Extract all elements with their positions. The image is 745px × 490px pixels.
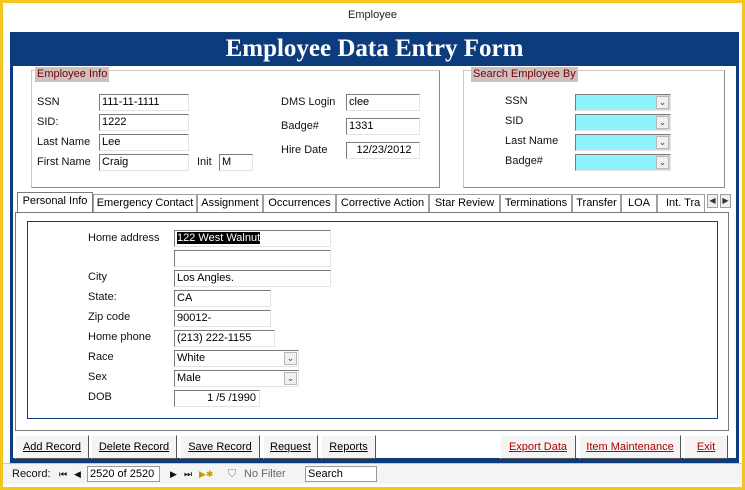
chevron-down-icon[interactable]: ⌄ <box>284 352 297 365</box>
reports-label: Reports <box>329 441 368 453</box>
city-field[interactable]: Los Angles. <box>174 270 331 287</box>
city-label: City <box>88 271 107 283</box>
previous-record-icon[interactable]: ◀ <box>74 467 81 481</box>
save-record-button[interactable]: Save Record <box>180 435 260 459</box>
delete-record-button[interactable]: Delete Record <box>91 435 177 459</box>
add-record-button[interactable]: Add Record <box>15 435 89 459</box>
request-label: Request <box>270 441 311 453</box>
home-address-value: 122 West Walnut <box>177 232 261 244</box>
search-box[interactable]: Search <box>305 466 377 482</box>
new-record-icon[interactable]: ▶✱ <box>199 467 213 481</box>
badge-label: Badge# <box>281 120 319 132</box>
search-title: Search Employee By <box>471 67 578 82</box>
employee-info-title: Employee Info <box>35 67 110 82</box>
zip-field[interactable]: 90012- <box>174 310 271 327</box>
search-ssn-combo[interactable]: ⌄ <box>575 94 671 111</box>
home-phone-label: Home phone <box>88 331 151 343</box>
sid-label: SID: <box>37 116 59 128</box>
exit-button[interactable]: Exit <box>684 435 728 459</box>
home-address-label: Home address <box>88 232 160 244</box>
search-sid-label: SID <box>505 115 524 127</box>
dms-login-label: DMS Login <box>281 96 336 108</box>
window-title: Employee <box>348 9 397 21</box>
state-field[interactable]: CA <box>174 290 271 307</box>
home-address-2-field[interactable] <box>174 250 331 267</box>
tab-scroll-left-icon[interactable]: ◀ <box>707 194 718 208</box>
sex-combo[interactable]: Male ⌄ <box>174 370 299 387</box>
home-address-field[interactable]: 122 West Walnut <box>174 230 331 247</box>
chevron-down-icon[interactable]: ⌄ <box>656 136 669 149</box>
tab-strip: Personal Info Emergency Contact Assignme… <box>14 192 736 213</box>
item-maintenance-button[interactable]: Item Maintenance <box>579 435 681 459</box>
tab-corrective-action[interactable]: Corrective Action <box>336 194 429 212</box>
race-value: White <box>177 352 206 364</box>
first-name-field[interactable]: Craig <box>99 154 189 171</box>
dob-field[interactable]: 1 /5 /1990 <box>174 390 260 407</box>
item-maintenance-label: Item Maintenance <box>586 441 674 453</box>
search-ssn-label: SSN <box>505 95 528 107</box>
dob-label: DOB <box>88 391 112 403</box>
zip-label: Zip code <box>88 311 131 323</box>
record-navigation-bar: Record: ⏮ ◀ 2520 of 2520 ▶ ⏭ ▶✱ ⛉ No Fil… <box>3 463 742 484</box>
record-position-field[interactable]: 2520 of 2520 <box>87 466 160 482</box>
request-button[interactable]: Request <box>263 435 318 459</box>
sex-label: Sex <box>88 371 107 383</box>
tab-occurrences[interactable]: Occurrences <box>263 194 336 212</box>
init-label: Init <box>197 156 212 168</box>
home-phone-field[interactable]: (213) 222-1155 <box>174 330 275 347</box>
sid-field[interactable]: 1222 <box>99 114 189 131</box>
personal-info-frame <box>27 221 718 419</box>
search-last-name-label: Last Name <box>505 135 559 147</box>
race-label: Race <box>88 351 114 363</box>
tab-personal-info[interactable]: Personal Info <box>17 192 93 213</box>
add-record-label: Add Record <box>22 441 82 453</box>
first-name-label: First Name <box>37 156 91 168</box>
first-record-icon[interactable]: ⏮ <box>59 467 67 481</box>
last-name-label: Last Name <box>37 136 91 148</box>
ssn-label: SSN <box>37 96 60 108</box>
chevron-down-icon[interactable]: ⌄ <box>656 116 669 129</box>
exit-label: Exit <box>696 441 716 453</box>
dms-login-field[interactable]: clee <box>346 94 420 111</box>
tab-int-transfer[interactable]: Int. Tra <box>657 194 705 212</box>
last-name-field[interactable]: Lee <box>99 134 189 151</box>
tab-star-review[interactable]: Star Review <box>429 194 500 212</box>
badge-field[interactable]: 1331 <box>346 118 420 135</box>
hire-date-label: Hire Date <box>281 144 328 156</box>
tab-transfer[interactable]: Transfer <box>572 194 621 212</box>
chevron-down-icon[interactable]: ⌄ <box>656 96 669 109</box>
filter-icon[interactable]: ⛉ <box>228 467 236 481</box>
search-badge-label: Badge# <box>505 155 543 167</box>
last-record-icon[interactable]: ⏭ <box>184 467 192 481</box>
next-record-icon[interactable]: ▶ <box>170 467 177 481</box>
save-record-label: Save Record <box>188 441 252 453</box>
tab-emergency-contact[interactable]: Emergency Contact <box>93 194 197 212</box>
filter-status[interactable]: No Filter <box>244 467 286 481</box>
state-label: State: <box>88 291 117 303</box>
hire-date-field[interactable]: 12/23/2012 <box>346 142 420 159</box>
tab-terminations[interactable]: Terminations <box>500 194 572 212</box>
tab-scroll-right-icon[interactable]: ▶ <box>720 194 731 208</box>
search-badge-combo[interactable]: ⌄ <box>575 154 671 171</box>
chevron-down-icon[interactable]: ⌄ <box>284 372 297 385</box>
chevron-down-icon[interactable]: ⌄ <box>656 156 669 169</box>
tab-loa[interactable]: LOA <box>621 194 657 212</box>
race-combo[interactable]: White ⌄ <box>174 350 299 367</box>
sex-value: Male <box>177 372 201 384</box>
record-label: Record: <box>12 468 51 480</box>
reports-button[interactable]: Reports <box>321 435 376 459</box>
search-sid-combo[interactable]: ⌄ <box>575 114 671 131</box>
delete-record-label: Delete Record <box>98 441 170 453</box>
export-data-label: Export Data <box>508 441 568 453</box>
form-header: Employee Data Entry Form <box>225 35 524 62</box>
ssn-field[interactable]: 111-11-1111 <box>99 94 189 111</box>
init-field[interactable]: M <box>219 154 253 171</box>
tab-assignment[interactable]: Assignment <box>197 194 263 212</box>
search-last-name-combo[interactable]: ⌄ <box>575 134 671 151</box>
export-data-button[interactable]: Export Data <box>500 435 576 459</box>
